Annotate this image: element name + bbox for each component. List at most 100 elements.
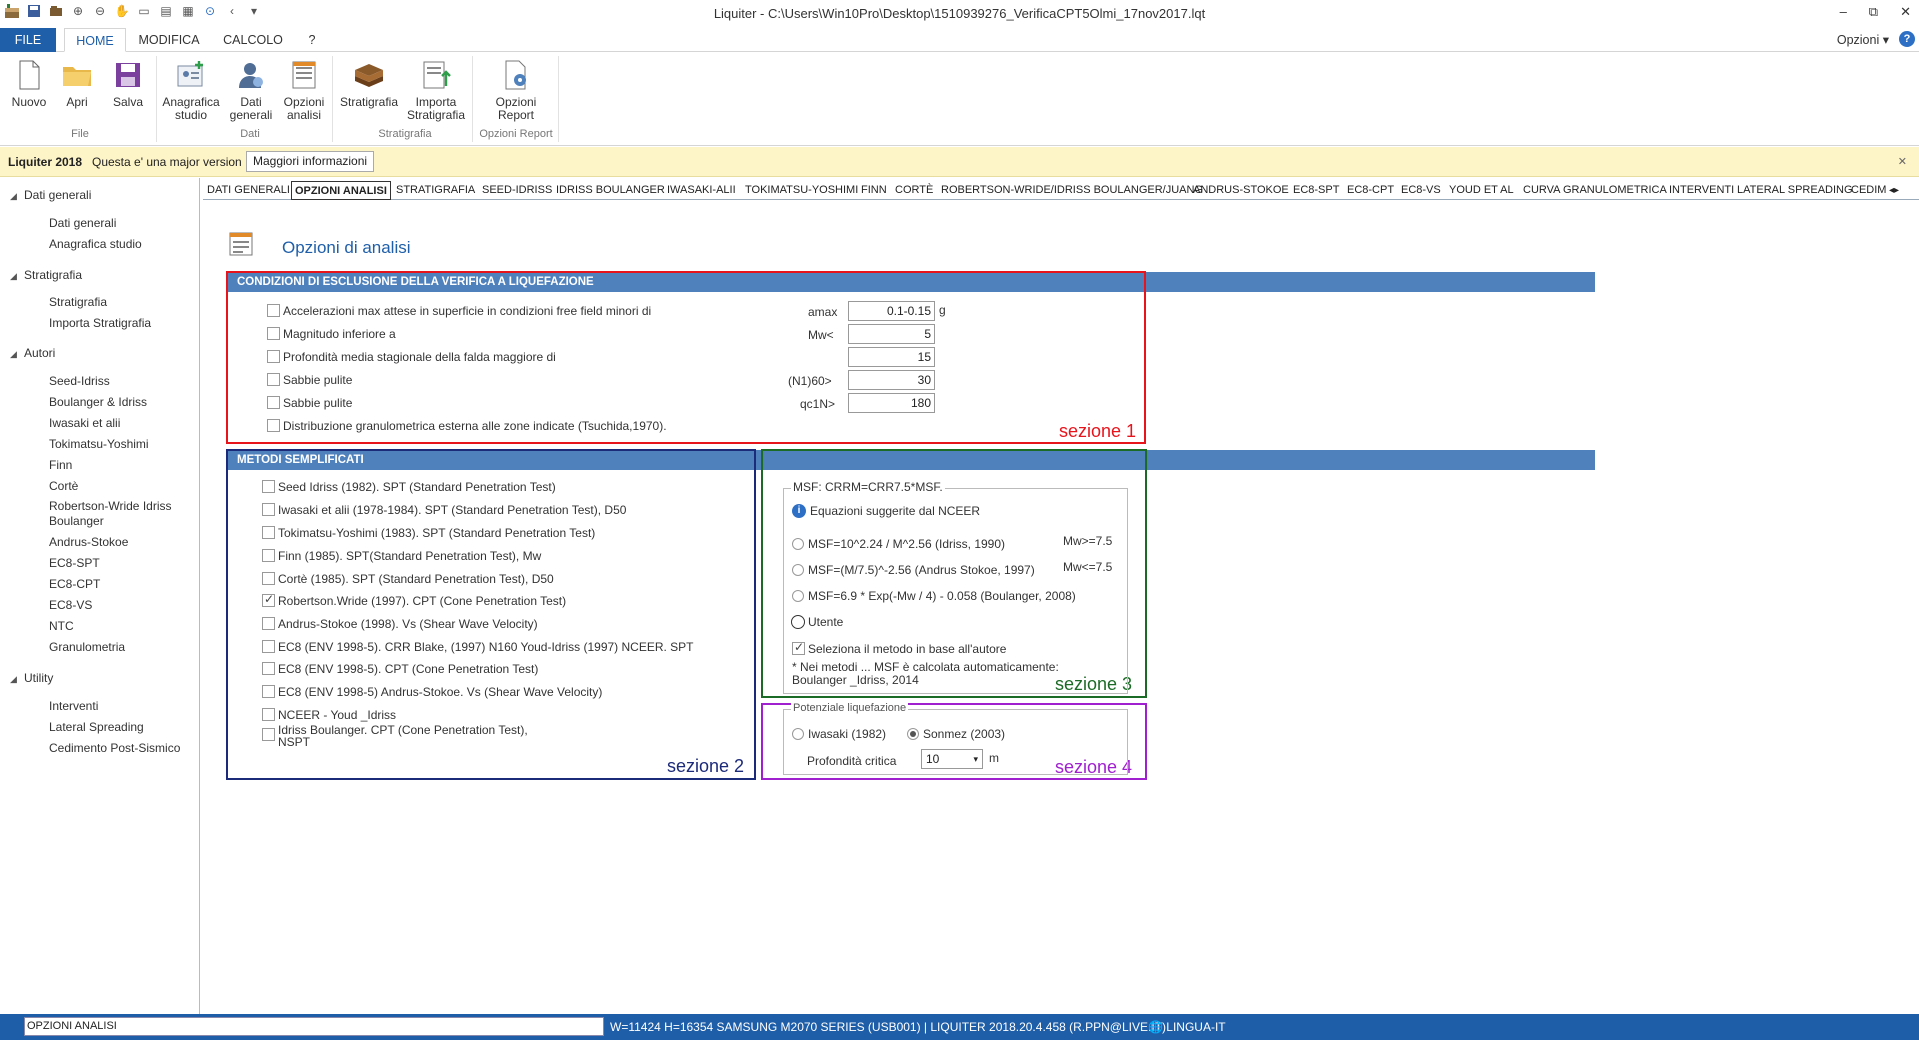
sonmez-radio[interactable] [907, 728, 919, 740]
help-icon[interactable]: ? [1899, 31, 1915, 47]
anagrafica-button[interactable]: Anagrafica studio [160, 58, 222, 122]
tab-robertson-wride[interactable]: ROBERTSON-WRIDE/IDRISS BOULANGER/JUANG [941, 181, 1203, 200]
tab-corte[interactable]: CORTÈ [895, 181, 933, 200]
tab-scroll-icon[interactable]: ◂▸ [1889, 181, 1899, 200]
tab-stratigrafia[interactable]: STRATIGRAFIA [396, 181, 475, 200]
tab-file[interactable]: FILE [0, 28, 56, 52]
tab-opzioni-analisi[interactable]: OPZIONI ANALISI [291, 181, 391, 200]
tab-finn[interactable]: FINN [861, 181, 887, 200]
method-checkbox[interactable] [262, 592, 275, 607]
minimize-button[interactable]: – [1840, 4, 1847, 20]
tab-youd-et-al[interactable]: YOUD ET AL [1449, 181, 1514, 200]
tab-calcolo[interactable]: CALCOLO [218, 28, 288, 52]
method-checkbox[interactable] [262, 572, 275, 585]
iwasaki-radio[interactable] [792, 728, 804, 740]
tab-curva-granulometrica[interactable]: CURVA GRANULOMETRICA [1523, 181, 1667, 200]
nav-item[interactable]: Lateral Spreading [49, 720, 144, 734]
tab-home[interactable]: HOME [64, 28, 126, 52]
nav-item[interactable]: EC8-VS [49, 598, 92, 612]
tab-seed-idriss[interactable]: SEED-IDRISS [482, 181, 552, 200]
nav-group-stratigrafia[interactable]: ◢ Stratigrafia [10, 268, 82, 282]
tab-interventi[interactable]: INTERVENTI [1669, 181, 1734, 200]
mw-input[interactable]: 5 [848, 324, 935, 344]
nav-group-dati-generali[interactable]: ◢ Dati generali [10, 188, 91, 202]
tab-dati-generali[interactable]: DATI GENERALI [207, 181, 290, 200]
exclusion-checkbox[interactable] [267, 350, 280, 363]
nav-item[interactable]: Interventi [49, 699, 98, 713]
nav-item[interactable]: Granulometria [49, 640, 125, 654]
opzioni-report-button[interactable]: Opzioni Report [478, 58, 554, 122]
nav-group-utility[interactable]: ◢ Utility [10, 671, 53, 685]
close-icon[interactable]: ✕ [1898, 155, 1907, 168]
method-checkbox[interactable] [262, 708, 275, 721]
nav-item[interactable]: Importa Stratigrafia [49, 316, 151, 330]
msf-radio-boulanger[interactable] [792, 590, 804, 602]
nav-item[interactable]: Seed-Idriss [49, 374, 110, 388]
tab-lateral-spreading[interactable]: LATERAL SPREADING [1737, 181, 1853, 200]
nav-item[interactable]: Dati generali [49, 216, 116, 230]
nav-item[interactable]: Boulanger & Idriss [49, 395, 147, 409]
tab-idriss-boulanger[interactable]: IDRISS BOULANGER [556, 181, 665, 200]
language-indicator[interactable]: 🌐 LINGUA-IT [1148, 1020, 1226, 1034]
nav-item[interactable]: Robertson-Wride Idriss [49, 499, 171, 513]
exclusion-checkbox[interactable] [267, 419, 280, 432]
tab-iwasaki-alii[interactable]: IWASAKI-ALII [667, 181, 736, 200]
method-checkbox[interactable] [262, 480, 275, 493]
exclusion-checkbox[interactable] [267, 373, 280, 386]
salva-button[interactable]: Salva [104, 58, 152, 109]
exclusion-checkbox[interactable] [267, 304, 280, 317]
dati-generali-button[interactable]: Dati generali [226, 58, 276, 122]
tab-andrus-stokoe[interactable]: ANDRUS-STOKOE [1193, 181, 1289, 200]
tab-help[interactable]: ? [300, 28, 324, 52]
method-checkbox[interactable] [262, 526, 275, 539]
amax-input[interactable]: 0.1-0.15 [848, 301, 935, 321]
nav-item[interactable]: EC8-CPT [49, 577, 100, 591]
close-button[interactable]: ✕ [1900, 4, 1911, 20]
n160-input[interactable]: 30 [848, 370, 935, 390]
tab-ec8-cpt[interactable]: EC8-CPT [1347, 181, 1394, 200]
tab-tokimatsu-yoshimi[interactable]: TOKIMATSU-YOSHIMI [745, 181, 858, 200]
msf-radio-andrus[interactable] [792, 564, 804, 576]
falda-input[interactable]: 15 [848, 347, 935, 367]
depth-select[interactable]: 10 ▾ [921, 749, 983, 769]
method-checkbox[interactable] [262, 617, 275, 630]
tab-ec8-spt[interactable]: EC8-SPT [1293, 181, 1339, 200]
nav-item[interactable]: Tokimatsu-Yoshimi [49, 437, 149, 451]
nuovo-button[interactable]: Nuovo [6, 58, 52, 109]
auto-method-checkbox[interactable] [792, 640, 805, 655]
nav-item[interactable]: Iwasaki et alii [49, 416, 120, 430]
nav-item[interactable]: Stratigrafia [49, 295, 107, 309]
apri-button[interactable]: Apri [56, 58, 98, 109]
nav-item[interactable]: Andrus-Stokoe [49, 535, 128, 549]
nav-item[interactable]: Boulanger [49, 514, 104, 528]
opzioni-menu[interactable]: Opzioni ▾ [1837, 32, 1889, 47]
nav-item[interactable]: NTC [49, 619, 74, 633]
nav-item[interactable]: Finn [49, 458, 72, 472]
method-checkbox[interactable] [262, 662, 275, 675]
method-checkbox[interactable] [262, 685, 275, 698]
tab-ec8-vs[interactable]: EC8-VS [1401, 181, 1441, 200]
nav-item[interactable]: Cedimento Post-Sismico [49, 741, 180, 755]
exclusion-checkbox[interactable] [267, 327, 280, 340]
importa-stratigrafia-button[interactable]: Importa Stratigrafia [404, 58, 468, 122]
tab-modifica[interactable]: MODIFICA [132, 28, 206, 52]
method-checkbox[interactable] [262, 640, 275, 653]
nav-item[interactable]: EC8-SPT [49, 556, 100, 570]
method-checkbox[interactable] [262, 549, 275, 562]
nav-item[interactable]: Anagrafica studio [49, 237, 142, 251]
msf-radio-utente[interactable] [791, 615, 805, 629]
method-checkbox[interactable] [262, 728, 275, 741]
stratigrafia-button[interactable]: Stratigrafia [336, 58, 402, 109]
more-info-button[interactable]: Maggiori informazioni [246, 151, 375, 172]
method-checkbox[interactable] [262, 503, 275, 516]
nav-item[interactable]: Cortè [49, 479, 78, 493]
exclusion-checkbox[interactable] [267, 396, 280, 409]
restore-button[interactable]: ⧉ [1869, 4, 1878, 20]
nav-group-autori[interactable]: ◢ Autori [10, 346, 55, 360]
opzioni-analisi-button[interactable]: Opzioni analisi [280, 58, 328, 122]
param-label: amax [808, 305, 838, 319]
msf-radio-idriss[interactable] [792, 538, 804, 550]
qc1n-input[interactable]: 180 [848, 393, 935, 413]
tab-cedimenti[interactable]: CEDIMEI [1851, 181, 1887, 200]
status-command-input[interactable]: OPZIONI ANALISI [24, 1017, 604, 1036]
